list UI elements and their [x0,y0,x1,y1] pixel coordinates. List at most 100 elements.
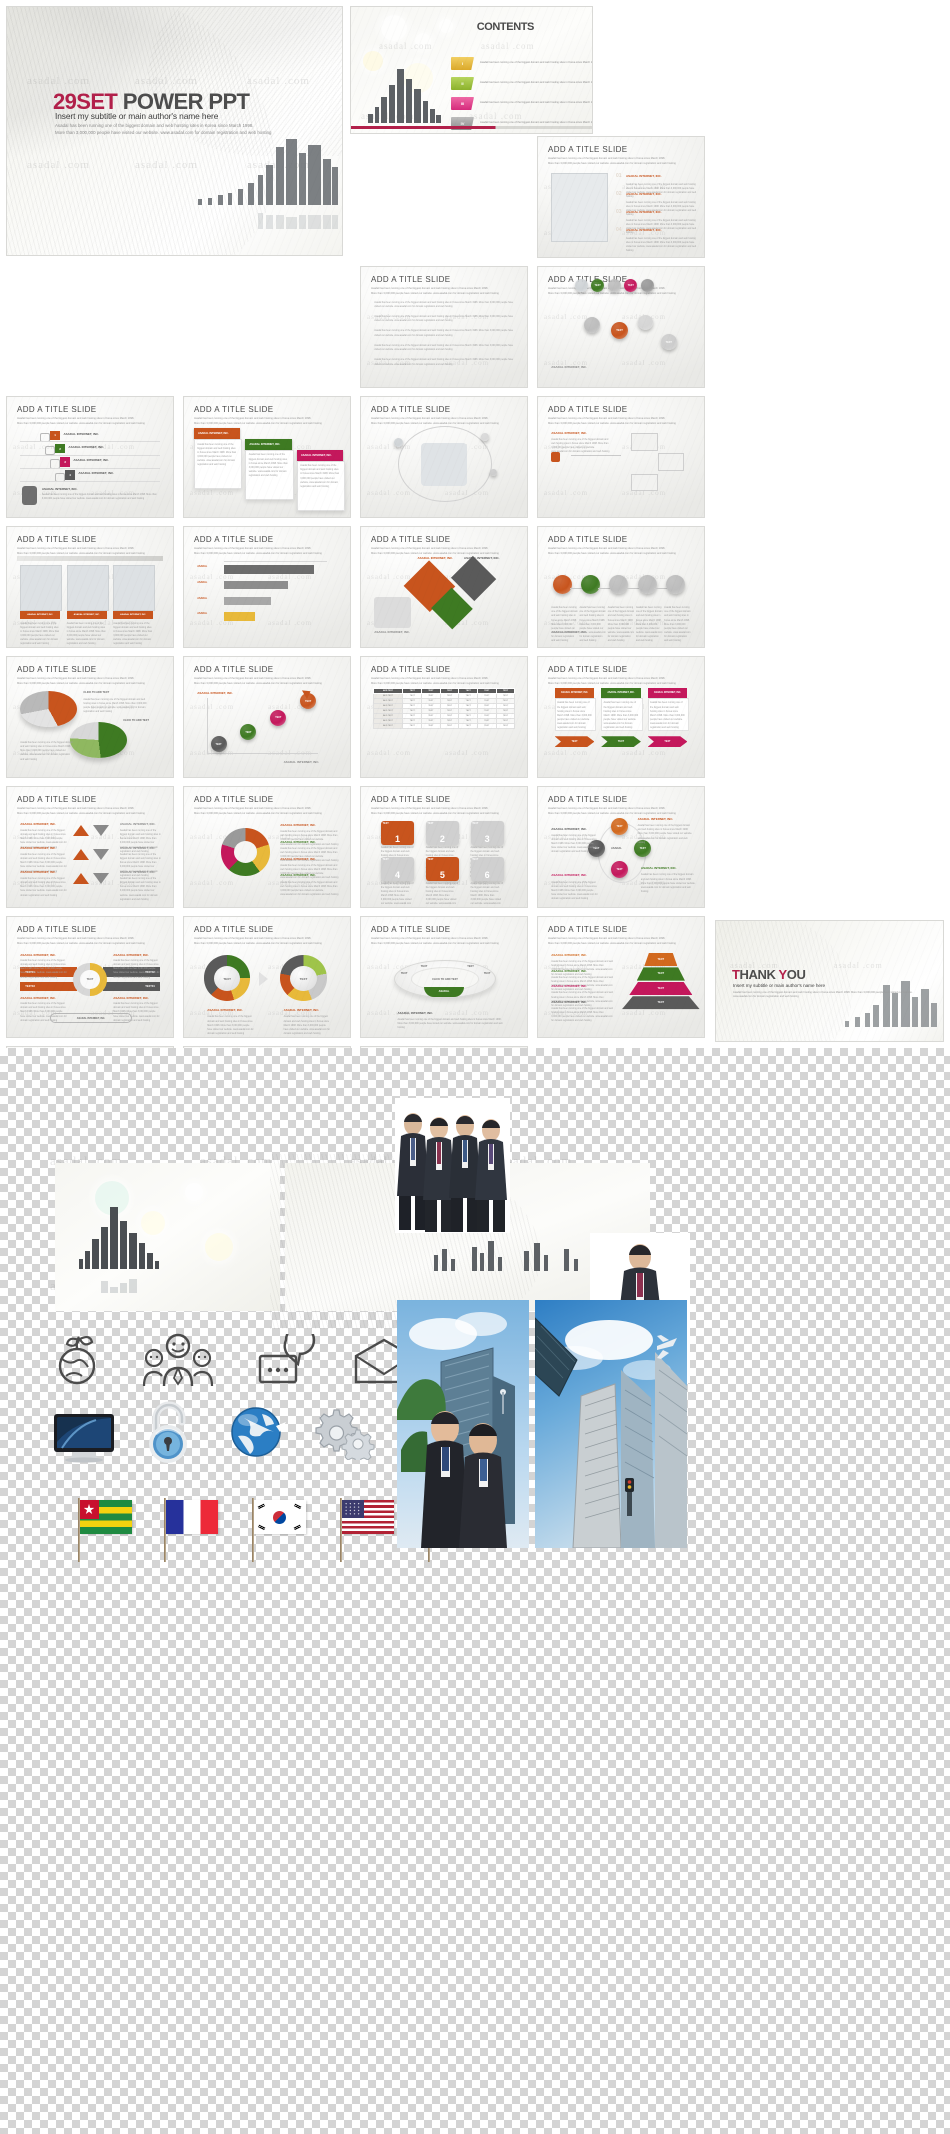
body-text: Asadal has been running one of the bigge… [280,848,339,863]
globe-sprout-icon[interactable] [46,1326,112,1388]
cover-slide[interactable]: asadal .com asadal .com asadal .com asad… [6,6,343,256]
sphere-node[interactable]: TEXT [210,736,227,753]
sphere-node[interactable] [574,279,588,292]
slide-thumbnail[interactable]: ADD A TITLE SLIDEAsadal has been running… [537,396,705,518]
watermark: asadal .com [190,879,235,887]
chevron-arrow[interactable]: TEXT [554,736,595,747]
sphere-node[interactable] [584,317,601,334]
people-photo[interactable] [374,596,411,628]
contents-slide[interactable]: asadal .com asadal .com asadal .com asad… [350,6,593,134]
square-label: TEXT [472,857,479,861]
sphere-node[interactable]: TEXT [660,334,677,351]
pyramid-layer[interactable]: TEXT [636,967,685,981]
contents-item[interactable]: II Asadal has been running one of the bi… [451,77,592,90]
asset-photo-skyscrapers-airplane[interactable] [535,1300,687,1548]
slide-title: ADD A TITLE SLIDE [370,275,451,285]
slide-thumbnail[interactable]: ADD A TITLE SLIDEAsadal has been running… [6,786,174,908]
slide-thumbnail[interactable]: ADD A TITLE SLIDEAsadal has been running… [360,916,528,1038]
slide-thumbnail[interactable]: ADD A TITLE SLIDEAsadal has been running… [360,656,528,778]
list-number-badge[interactable]: 3 [60,457,71,467]
pyramid-layer[interactable]: TEXT [621,996,700,1010]
ellipse-highlight[interactable]: ASADAL [424,986,464,998]
photo-placeholder[interactable] [113,565,156,611]
cover-body: Asadal has been running one of the bigge… [55,123,315,137]
pyramid-layer[interactable]: TEXT [629,981,693,995]
flag-cloth [253,1500,306,1534]
photo-placeholder[interactable] [20,565,63,611]
sphere-node[interactable] [637,315,653,330]
flow-box[interactable] [630,473,658,492]
list-number-badge[interactable]: 4 [65,470,76,480]
contents-item[interactable]: III Asadal has been running one of the b… [451,97,592,110]
asset-photo-business-team-thumbs-up[interactable] [395,1098,510,1233]
sphere-node[interactable] [480,433,489,441]
slide-thumbnail[interactable]: ADD A TITLE SLIDEAsadal has been running… [6,916,174,1038]
slide-thumbnail[interactable]: ADD A TITLE SLIDEAsadal has been running… [183,526,351,648]
thank-you-slide[interactable]: asadal .com asadal .com THANK YOU Insert… [715,920,944,1042]
padlock-icon[interactable] [140,1400,198,1466]
text-bar[interactable]: TEXT03 [20,981,77,992]
ribbon-header[interactable]: ASADAL INTERNET, INC. [296,449,344,461]
slide-thumbnail[interactable]: ADD A TITLE SLIDEAsadal has been running… [360,526,528,648]
photo-placeholder[interactable] [66,565,109,611]
slide-thumbnail[interactable]: ADD A TITLE SLIDEAsadal has been running… [6,656,174,778]
slide-thumbnail[interactable]: ADD A TITLE SLIDEAsadal has been running… [360,266,528,388]
pie-chart[interactable] [20,690,77,727]
slide-thumbnail[interactable]: ADD A TITLE SLIDEAsadal has been running… [183,786,351,908]
sphere-node[interactable] [640,279,654,292]
text-bar[interactable]: TEXT04 [103,981,160,992]
sphere-node[interactable] [637,575,657,594]
sphere-node[interactable] [609,575,629,594]
speech-bubble-icon[interactable] [256,1334,326,1388]
chevron-card-header[interactable]: ASADAL INTERNET, INC. [647,688,688,698]
slide-thumbnail[interactable]: ADD A TITLE SLIDEAsadal has been running… [537,266,705,388]
pyramid-layer[interactable]: TEXT [644,953,678,967]
silver-gears-icon[interactable] [310,1406,376,1460]
pie-chart[interactable] [70,721,127,758]
slide-thumbnail[interactable]: ADD A TITLE SLIDEAsadal has been running… [537,136,705,258]
people-photo[interactable] [420,442,468,486]
sphere-node[interactable] [665,575,685,594]
slide-thumbnail[interactable]: ADD A TITLE SLIDEAsadal has been running… [183,656,351,778]
ribbon-header[interactable]: ASADAL INTERNET, INC. [193,428,241,439]
sphere-node[interactable] [394,437,404,447]
contents-item[interactable]: I Asadal has been running one of the big… [451,57,592,70]
list-number-badge[interactable]: 1 [50,430,61,441]
slide-thumbnail[interactable]: ADD A TITLE SLIDEAsadal has been running… [537,526,705,648]
sphere-node[interactable] [490,469,498,476]
chevron-arrow[interactable]: TEXT [601,736,641,747]
slide-thumbnail[interactable]: ADD A TITLE SLIDEAsadal has been running… [360,396,528,518]
sphere-node[interactable]: TEXT [611,322,629,340]
sphere-node[interactable] [552,575,572,594]
asset-photo-two-businessmen-skyscraper[interactable] [397,1300,529,1548]
chevron-card-header[interactable]: ASADAL INTERNET, INC. [554,688,595,698]
pill-label[interactable]: ASADAL INTERNET, INC. [50,1013,132,1024]
slide-thumbnail[interactable]: ADD A TITLE SLIDEAsadal has been running… [183,916,351,1038]
slide-thumbnail[interactable]: ADD A TITLE SLIDEAsadal has been running… [537,916,705,1038]
flow-box[interactable] [630,433,658,451]
sphere-node[interactable]: TEXT [270,709,287,726]
slide-thumbnail[interactable]: ADD A TITLE SLIDEAsadal has been running… [6,526,174,648]
slide-thumbnail[interactable]: ADD A TITLE SLIDEAsadal has been running… [537,656,705,778]
thank-you-title-y: Y [778,967,787,982]
sphere-node[interactable] [581,575,601,594]
asset-bokeh-city-background[interactable] [55,1163,280,1311]
monitor-icon[interactable] [50,1410,118,1464]
blue-globe-icon[interactable] [228,1404,288,1462]
company-label: ASADAL INTERNET, INC. [625,174,662,179]
photo-placeholder[interactable] [551,173,609,243]
slide-thumbnail[interactable]: ADD A TITLE SLIDEAsadal has been running… [6,396,174,518]
slide-thumbnail[interactable]: ADD A TITLE SLIDEAsadal has been running… [537,786,705,908]
sphere-node[interactable] [607,279,621,292]
segment-label: TEXT [400,972,408,976]
flow-box[interactable] [657,453,685,471]
slide-thumbnail[interactable]: ADD A TITLE SLIDEAsadal has been running… [360,786,528,908]
list-number-badge[interactable]: 2 [55,443,66,454]
chevron-card-header[interactable]: ASADAL INTERNET, INC. [601,688,641,698]
chevron-arrow[interactable]: TEXT [647,736,688,747]
watermark: asadal .com [190,489,235,497]
flow-icon[interactable] [551,452,560,462]
people-group-icon[interactable] [140,1330,216,1388]
slide-thumbnail[interactable]: ADD A TITLE SLIDEAsadal has been running… [183,396,351,518]
ribbon-header[interactable]: ASADAL INTERNET, INC. [245,439,292,450]
